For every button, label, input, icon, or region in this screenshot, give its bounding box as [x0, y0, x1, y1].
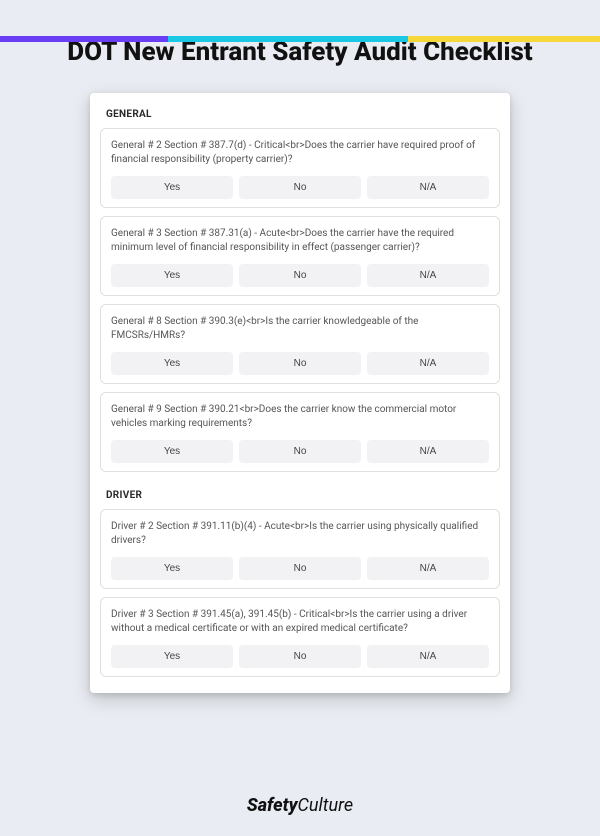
footer-brand-light: Culture — [298, 795, 354, 816]
answer-row: Yes No N/A — [111, 557, 489, 580]
answer-no[interactable]: No — [239, 352, 361, 375]
answer-na[interactable]: N/A — [367, 176, 489, 199]
answer-yes[interactable]: Yes — [111, 352, 233, 375]
question-card: Driver # 2 Section # 391.11(b)(4) - Acut… — [100, 509, 500, 589]
question-text: General # 2 Section # 387.7(d) - Critica… — [111, 139, 489, 168]
answer-na[interactable]: N/A — [367, 557, 489, 580]
answer-na[interactable]: N/A — [367, 440, 489, 463]
answer-yes[interactable]: Yes — [111, 176, 233, 199]
question-text: General # 8 Section # 390.3(e)<br>Is the… — [111, 315, 489, 344]
answer-no[interactable]: No — [239, 557, 361, 580]
question-text: Driver # 3 Section # 391.45(a), 391.45(b… — [111, 608, 489, 637]
section-header-driver: DRIVER — [100, 480, 500, 509]
answer-na[interactable]: N/A — [367, 264, 489, 287]
answer-na[interactable]: N/A — [367, 352, 489, 375]
answer-no[interactable]: No — [239, 264, 361, 287]
checklist-card: GENERAL General # 2 Section # 387.7(d) -… — [90, 93, 510, 693]
answer-yes[interactable]: Yes — [111, 645, 233, 668]
footer-brand-bold: Safety — [247, 795, 298, 816]
question-text: General # 9 Section # 390.21<br>Does the… — [111, 403, 489, 432]
section-header-general: GENERAL — [100, 105, 500, 128]
answer-row: Yes No N/A — [111, 440, 489, 463]
answer-row: Yes No N/A — [111, 264, 489, 287]
stripe-yellow — [408, 36, 600, 42]
question-text: Driver # 2 Section # 391.11(b)(4) - Acut… — [111, 520, 489, 549]
answer-row: Yes No N/A — [111, 352, 489, 375]
answer-row: Yes No N/A — [111, 176, 489, 199]
question-card: General # 9 Section # 390.21<br>Does the… — [100, 392, 500, 472]
answer-yes[interactable]: Yes — [111, 264, 233, 287]
answer-na[interactable]: N/A — [367, 645, 489, 668]
answer-no[interactable]: No — [239, 176, 361, 199]
answer-yes[interactable]: Yes — [111, 557, 233, 580]
answer-no[interactable]: No — [239, 440, 361, 463]
stripe-purple — [0, 36, 168, 42]
question-card: Driver # 3 Section # 391.45(a), 391.45(b… — [100, 597, 500, 677]
answer-yes[interactable]: Yes — [111, 440, 233, 463]
stripe-cyan — [168, 36, 408, 42]
answer-row: Yes No N/A — [111, 645, 489, 668]
question-card: General # 3 Section # 387.31(a) - Acute<… — [100, 216, 500, 296]
question-card: General # 2 Section # 387.7(d) - Critica… — [100, 128, 500, 208]
question-card: General # 8 Section # 390.3(e)<br>Is the… — [100, 304, 500, 384]
top-accent-stripe — [0, 36, 600, 42]
footer-logo: SafetyCulture — [0, 795, 600, 816]
answer-no[interactable]: No — [239, 645, 361, 668]
question-text: General # 3 Section # 387.31(a) - Acute<… — [111, 227, 489, 256]
